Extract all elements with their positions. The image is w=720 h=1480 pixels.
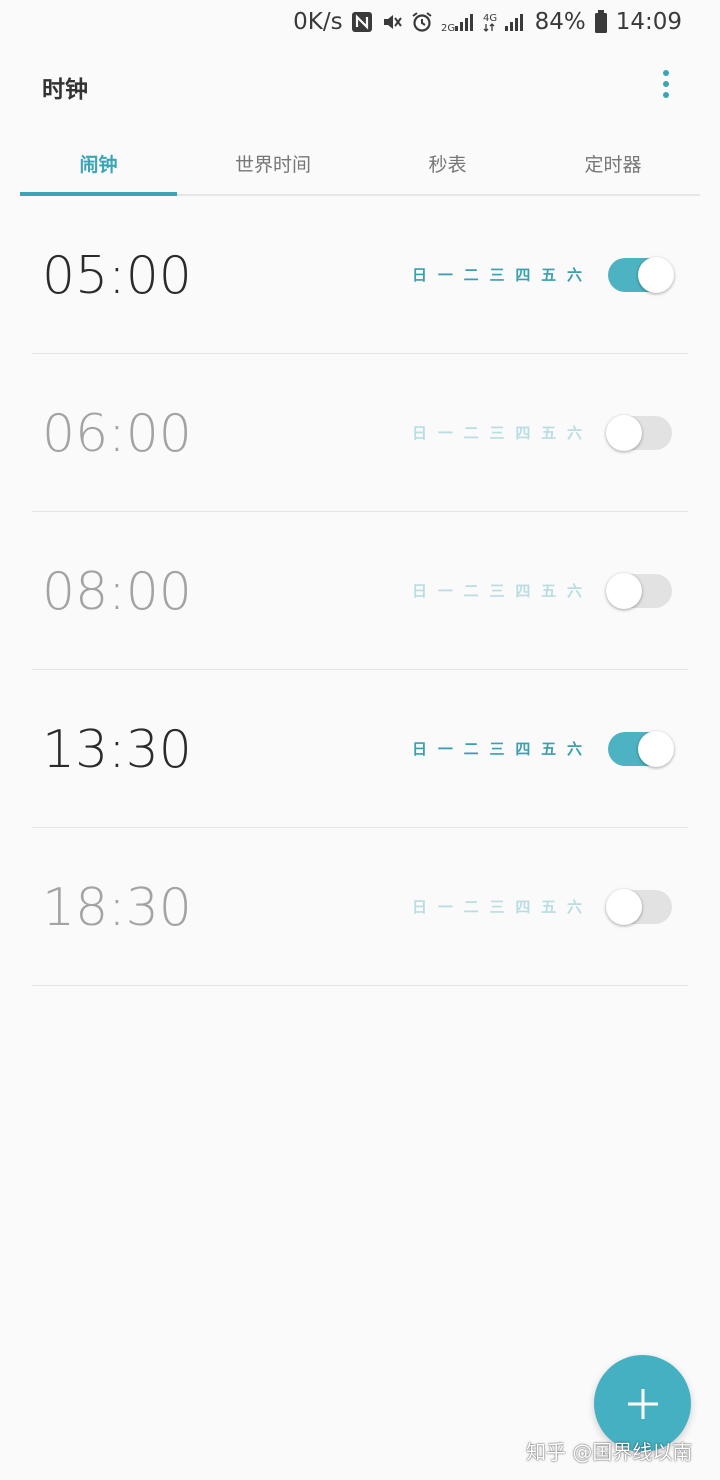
day-label: 五 [541,582,557,600]
day-label: 三 [489,424,505,442]
battery-percent: 84% [534,9,586,35]
alarm-toggle[interactable] [606,731,674,767]
day-label: 一 [437,266,453,284]
day-label: 四 [515,424,531,442]
toggle-knob [606,573,642,609]
plus-icon [627,1388,658,1419]
signal-4g-icon: 4G [483,11,527,33]
day-label: 五 [541,424,557,442]
status-bar: 0K/s 2G 4G 84% 14:09 [0,0,720,44]
day-label: 二 [463,740,479,758]
more-options-button[interactable] [646,64,686,104]
alarm-row[interactable]: 05:00 日 一 二 三 四 五 六 [0,196,720,354]
day-label: 六 [566,898,582,916]
day-label: 日 [412,898,428,916]
day-label: 六 [566,424,582,442]
day-label: 日 [412,740,428,758]
signal-2g-icon: 2G [441,11,475,33]
alarm-toggle[interactable] [606,257,674,293]
day-label: 三 [489,740,505,758]
repeat-days: 日 一 二 三 四 五 六 [412,580,582,604]
day-label: 四 [515,582,531,600]
repeat-days: 日 一 二 三 四 五 六 [412,264,582,288]
mute-icon [381,11,403,33]
alarm-row[interactable]: 13:30 日 一 二 三 四 五 六 [0,670,720,828]
day-label: 四 [515,266,531,284]
day-label: 二 [463,424,479,442]
day-label: 三 [489,898,505,916]
day-label: 日 [412,582,428,600]
alarm-toggle[interactable] [606,889,674,925]
alarm-row[interactable]: 18:30 日 一 二 三 四 五 六 [0,828,720,986]
day-label: 二 [463,266,479,284]
alarm-time: 08:00 [42,562,192,622]
day-label: 三 [489,266,505,284]
tab-timer[interactable]: 定时器 [526,132,700,194]
day-label: 六 [566,266,582,284]
alarm-time: 06:00 [42,404,192,464]
day-label: 一 [437,582,453,600]
alarm-row[interactable]: 06:00 日 一 二 三 四 五 六 [0,354,720,512]
toggle-knob [606,889,642,925]
alarm-time: 18:30 [42,878,192,938]
toggle-knob [606,415,642,451]
day-label: 三 [489,582,505,600]
nfc-icon [351,11,373,33]
toggle-knob [638,257,674,293]
day-label: 五 [541,898,557,916]
day-label: 日 [412,424,428,442]
alarm-row[interactable]: 08:00 日 一 二 三 四 五 六 [0,512,720,670]
day-label: 六 [566,740,582,758]
alarm-icon [411,11,433,33]
day-label: 二 [463,898,479,916]
repeat-days: 日 一 二 三 四 五 六 [412,422,582,446]
tab-bar: 闹钟 世界时间 秒表 定时器 [20,132,700,196]
day-label: 五 [541,740,557,758]
alarm-toggle[interactable] [606,573,674,609]
alarm-toggle[interactable] [606,415,674,451]
toggle-knob [638,731,674,767]
status-time: 14:09 [615,9,682,35]
more-vertical-icon [663,70,669,76]
alarm-list: 05:00 日 一 二 三 四 五 六 06:00 日 一 二 三 四 五 六 … [0,196,720,986]
day-label: 六 [566,582,582,600]
day-label: 四 [515,740,531,758]
day-label: 一 [437,424,453,442]
tab-alarm[interactable]: 闹钟 [20,132,177,194]
repeat-days: 日 一 二 三 四 五 六 [412,738,582,762]
day-label: 日 [412,266,428,284]
app-bar: 时钟 [0,50,720,122]
day-label: 一 [437,740,453,758]
repeat-days: 日 一 二 三 四 五 六 [412,896,582,920]
tab-world-clock[interactable]: 世界时间 [177,132,369,194]
tab-stopwatch[interactable]: 秒表 [369,132,526,194]
app-title: 时钟 [42,77,88,103]
alarm-time: 13:30 [42,720,192,780]
day-label: 五 [541,266,557,284]
day-label: 四 [515,898,531,916]
day-label: 一 [437,898,453,916]
net-speed: 0K/s [293,9,343,35]
watermark: 知乎 @国界线以南 [526,1440,693,1464]
battery-icon [594,10,608,34]
network-2g-label: 2G [441,23,455,33]
day-label: 二 [463,582,479,600]
clock-app-screen: 0K/s 2G 4G 84% 14:09 时钟 闹钟 世界时间 秒表 定时器 0… [0,0,720,1480]
network-4g-label: 4G [483,13,497,24]
alarm-time: 05:00 [42,246,192,306]
